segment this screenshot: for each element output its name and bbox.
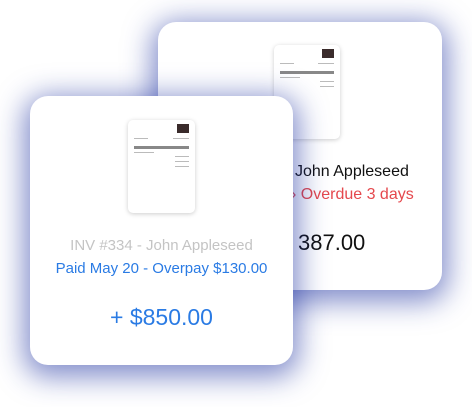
invoice-amount: 387.00: [298, 230, 366, 255]
invoice-card-paid[interactable]: INV #334 - John Appleseed Paid May 20 - …: [30, 96, 293, 365]
status-overdue: › Overdue 3 days: [291, 186, 414, 203]
status-paid: Paid May 20 - Overpay $130.00: [55, 260, 268, 277]
invoice-thumbnail: [128, 120, 195, 213]
invoice-title: INV #334 - John Appleseed: [70, 237, 253, 254]
payment-amount: + $850.00: [110, 304, 213, 330]
customer-name: John Appleseed: [295, 163, 409, 180]
